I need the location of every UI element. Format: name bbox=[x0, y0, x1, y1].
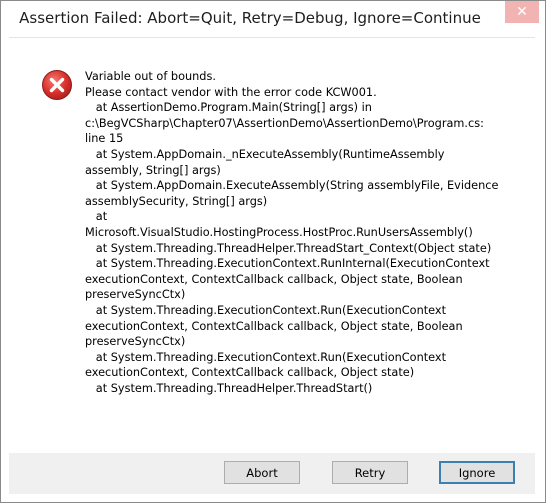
window-title: Assertion Failed: Abort=Quit, Retry=Debu… bbox=[19, 9, 481, 27]
close-icon: ✕ bbox=[516, 4, 528, 20]
assertion-dialog: Assertion Failed: Abort=Quit, Retry=Debu… bbox=[0, 0, 546, 503]
ignore-button[interactable]: Ignore bbox=[439, 461, 515, 484]
abort-button[interactable]: Abort bbox=[224, 461, 300, 484]
retry-button[interactable]: Retry bbox=[332, 461, 408, 484]
error-message: Variable out of bounds. Please contact v… bbox=[85, 70, 499, 395]
close-button[interactable]: ✕ bbox=[505, 1, 539, 23]
error-icon bbox=[42, 70, 72, 100]
title-bar[interactable]: Assertion Failed: Abort=Quit, Retry=Debu… bbox=[1, 1, 545, 35]
